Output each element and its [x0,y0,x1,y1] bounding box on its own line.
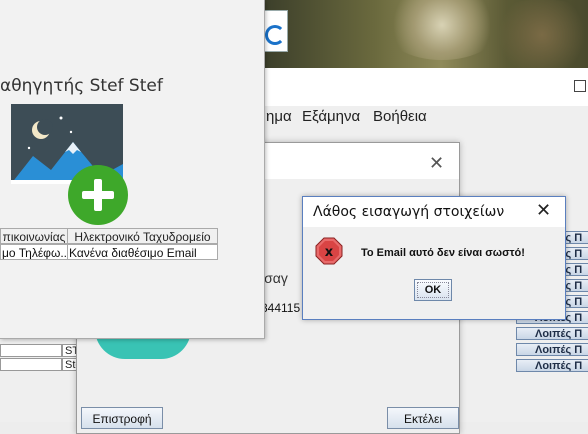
list-button[interactable]: Λοιπές Π [516,343,588,356]
banner-image [262,0,588,68]
list-button[interactable]: Λοιπές Π [516,327,588,340]
error-x-icon: x [315,237,343,265]
maximize-icon[interactable] [574,80,586,92]
column-header-email[interactable]: Ηλεκτρονικό Ταχυδρομείο [67,228,218,244]
error-dialog-title: Λάθος εισαγωγή στοιχείων [313,204,505,220]
close-icon[interactable]: ✕ [536,200,551,221]
field-label: ίσαγ [261,270,288,286]
back-button[interactable]: Επιστροφή [81,407,163,429]
teacher-title: αθηγητής Stef Stef [0,76,163,96]
menu-item-help[interactable]: Βοήθεια [373,108,427,125]
error-dialog: Λάθος εισαγωγή στοιχείων ✕ x Το Email αυ… [302,196,566,320]
svg-text:x: x [325,245,334,260]
add-photo-icon[interactable] [68,165,128,225]
table-cell [0,344,62,357]
main-titlebar [262,68,588,106]
table-cell [0,358,62,371]
field-value: 344115 [261,301,301,315]
column-header-contact[interactable]: πικοινωνίας [0,228,68,244]
document-logo-icon [262,10,288,52]
ok-button[interactable]: OK [414,279,452,301]
menu-item-partial[interactable]: ημα [266,108,292,125]
plus-icon [94,179,102,211]
table-cell-email[interactable]: Κανένα διαθέσιμο Email [67,244,218,260]
teacher-window: αθηγητής Stef Stef πικοινωνίας Ηλεκτρονι… [0,0,265,339]
photo-placeholder[interactable] [5,100,129,225]
error-message: Το Email αυτό δεν είναι σωστό! [361,247,525,259]
close-icon[interactable]: ✕ [429,153,444,174]
submit-button[interactable]: Εκτέλει [387,407,459,429]
list-button[interactable]: Λοιπές Π [516,359,588,372]
menu-item-semesters[interactable]: Εξάμηνα [302,108,360,125]
table-cell-phone[interactable]: μο Τηλέφω... [0,244,68,260]
